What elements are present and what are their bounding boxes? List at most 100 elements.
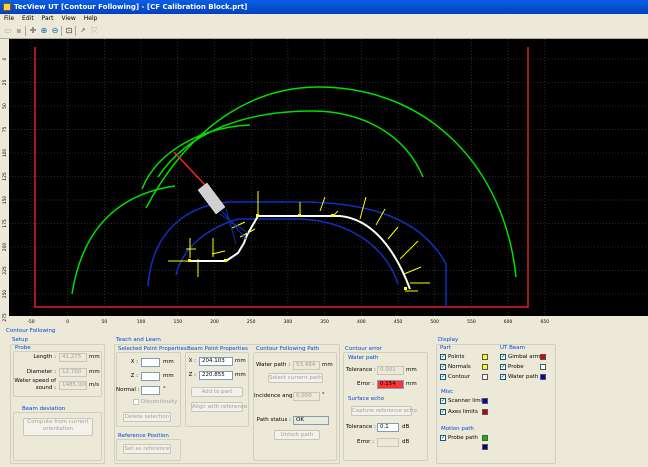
probe-path-checkbox[interactable]: ✔ — [440, 435, 446, 441]
viewport-canvas[interactable]: 0 25 50 75 100 125 150 175 200 225 250 275 -50 0 50 10… — [0, 39, 648, 326]
probe-path-color-swatch[interactable] — [482, 435, 488, 441]
diameter-unit: mm — [89, 369, 100, 375]
discontinuity-checkbox[interactable] — [133, 399, 139, 405]
normals-color-swatch[interactable] — [482, 364, 488, 370]
zoom-out-icon[interactable]: ⊖ — [50, 26, 60, 36]
x-tick-label: 50 — [102, 319, 108, 325]
beam-z-label: Z : — [188, 372, 196, 378]
probe-path-color-swatch-2[interactable] — [482, 444, 488, 450]
menu-bar: File Edit Part View Help — [0, 14, 648, 24]
length-field[interactable]: 41.275 — [59, 353, 87, 362]
incidence-label: Incidence angle: — [254, 393, 300, 399]
y-tick-label: 275 — [2, 313, 8, 322]
ut-probe-color-swatch[interactable] — [540, 364, 546, 370]
toolbar: ▭ ▪ ✛ ⊕ ⊖ ⊡ ↗ ⤧ — [0, 24, 648, 39]
panel-title: Contour Following — [6, 328, 56, 334]
capture-reference-echo-button[interactable]: Capture reference echo — [351, 406, 417, 416]
y-tick-label: 50 — [2, 103, 8, 109]
diameter-field[interactable]: 12.700 — [59, 368, 87, 377]
scanner-limits-color-swatch[interactable] — [482, 398, 488, 404]
selected-z-unit: mm — [163, 373, 174, 379]
selected-normal-field[interactable] — [141, 386, 160, 395]
x-tick-label: 300 — [284, 319, 293, 325]
grid — [9, 39, 648, 318]
selected-x-field[interactable] — [141, 358, 160, 367]
incidence-unit: ° — [322, 392, 325, 398]
selected-z-field[interactable] — [141, 372, 160, 381]
se-tolerance-unit: dB — [402, 424, 410, 430]
selected-x-label: X : — [130, 359, 138, 365]
scanner-limits-checkbox[interactable]: ✔ — [440, 398, 446, 404]
incidence-field[interactable]: 0.000 — [293, 392, 320, 401]
align-reference-button[interactable]: Align with reference — [191, 402, 247, 412]
probe-icon[interactable]: ↗ — [78, 26, 88, 36]
display-title: Display — [438, 337, 459, 343]
unlock-path-button[interactable]: Unlock path — [274, 430, 320, 440]
ut-water-path-color-swatch[interactable] — [540, 374, 546, 380]
add-to-part-button[interactable]: Add to part — [191, 387, 243, 397]
water-path-error-title: Water path — [348, 355, 379, 361]
se-error-label: Error : — [356, 439, 374, 445]
setup-title: Setup — [12, 337, 29, 343]
menu-file[interactable]: File — [0, 14, 18, 24]
water-path-label: Water path : — [256, 362, 291, 368]
ut-probe-label: Probe — [508, 364, 524, 370]
beam-x-unit: mm — [235, 358, 246, 364]
y-tick-label: 25 — [2, 80, 8, 86]
reset-icon[interactable]: ⤧ — [89, 26, 99, 36]
wp-tolerance-field[interactable]: 0.001 — [377, 366, 404, 375]
open-icon[interactable]: ▭ — [3, 26, 13, 36]
y-tick-label: 250 — [2, 290, 8, 299]
contour-color-swatch[interactable] — [482, 374, 488, 380]
axes-limits-label: Axes limits — [448, 409, 478, 415]
ut-probe-checkbox[interactable]: ✔ — [500, 364, 506, 370]
wp-error-field: 0.154 — [377, 380, 404, 389]
menu-view[interactable]: View — [58, 14, 80, 24]
contour-viewport[interactable]: 0 25 50 75 100 125 150 175 200 225 250 275 -50 0 50 10… — [0, 39, 648, 326]
x-tick-label: 0 — [66, 319, 69, 325]
water-speed-field[interactable]: 1485.000 — [59, 381, 87, 390]
select-current-path-button[interactable]: Select current path — [268, 373, 323, 383]
zoom-in-icon[interactable]: ⊕ — [39, 26, 49, 36]
menu-part[interactable]: Part — [38, 14, 58, 24]
x-tick-label: 250 — [247, 319, 256, 325]
water-speed-label-2: sound : — [35, 385, 56, 391]
contour-following-panel: Contour Following Setup Probe Length : 4… — [0, 326, 648, 467]
x-tick-label: 150 — [174, 319, 183, 325]
fit-icon[interactable]: ⊡ — [64, 26, 74, 36]
save-icon[interactable]: ▪ — [14, 26, 24, 36]
beam-z-field[interactable]: 220.855 — [199, 371, 233, 380]
gimbal-arm-checkbox[interactable]: ✔ — [500, 354, 506, 360]
wp-tolerance-label: Tolerance : — [346, 367, 376, 373]
probe-path-2 — [141, 124, 251, 190]
discontinuity-label: Discontinuity — [141, 399, 178, 405]
points-checkbox[interactable]: ✔ — [440, 354, 446, 360]
ut-water-path-checkbox[interactable]: ✔ — [500, 374, 506, 380]
gimbal-arm-color-swatch[interactable] — [540, 354, 546, 360]
toolbar-separator — [25, 26, 26, 36]
y-tick-label: 150 — [2, 196, 8, 205]
beam-x-field[interactable]: 204.103 — [199, 357, 233, 366]
menu-edit[interactable]: Edit — [18, 14, 38, 24]
contour-checkbox[interactable]: ✔ — [440, 374, 446, 380]
axes-limits-checkbox[interactable]: ✔ — [440, 409, 446, 415]
ut-beam-water-path — [219, 208, 249, 245]
ut-beam-title: UT Beam — [500, 345, 526, 351]
se-tolerance-field[interactable]: 0.1 — [377, 423, 399, 432]
x-tick-label: -50 — [27, 319, 34, 325]
y-tick-label: 75 — [2, 127, 8, 133]
compute-orientation-button[interactable]: Compute from current orientation — [23, 418, 93, 436]
water-path-field[interactable]: 53.484 — [293, 361, 320, 370]
axes-limits-color-swatch[interactable] — [482, 409, 488, 415]
toolbar-separator — [75, 26, 76, 36]
se-tolerance-label: Tolerance : — [346, 424, 376, 430]
menu-help[interactable]: Help — [80, 14, 102, 24]
surface-echo-title: Surface echo — [348, 396, 384, 402]
move-icon[interactable]: ✛ — [28, 26, 38, 36]
points-color-swatch[interactable] — [482, 354, 488, 360]
set-reference-button[interactable]: Set as reference — [123, 444, 171, 454]
display-group — [436, 344, 556, 464]
delete-selection-button[interactable]: Delete selection — [123, 412, 171, 422]
water-speed-unit: m/s — [89, 382, 100, 388]
normals-checkbox[interactable]: ✔ — [440, 364, 446, 370]
